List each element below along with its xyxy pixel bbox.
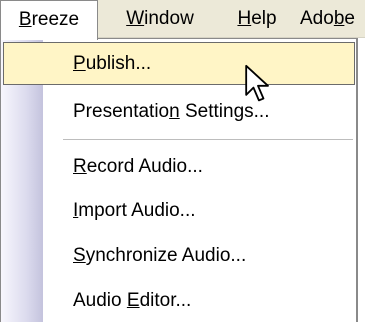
menu-breeze-label: Breeze	[18, 9, 80, 30]
menu-item-publish-label: Publish...	[73, 53, 152, 74]
breeze-dropdown-menu: Publish... Presentation Settings... Reco…	[0, 38, 358, 322]
menu-item-import-audio-label: Import Audio...	[73, 200, 196, 221]
menu-item-presentation-settings[interactable]: Presentation Settings...	[1, 90, 357, 133]
menu-adobe[interactable]: Adobe	[300, 0, 365, 38]
menu-help-label: Help	[237, 8, 277, 29]
menu-item-record-audio[interactable]: Record Audio...	[1, 145, 357, 188]
menu-help[interactable]: Help	[222, 0, 292, 38]
menu-item-publish[interactable]: Publish...	[3, 42, 355, 85]
menu-window-label: Window	[126, 8, 194, 29]
menu-item-audio-editor[interactable]: Audio Editor...	[1, 279, 357, 322]
menu-item-presentation-settings-label: Presentation Settings...	[73, 101, 270, 122]
menu-item-audio-editor-label: Audio Editor...	[73, 290, 192, 311]
menu-separator	[63, 139, 353, 140]
menu-item-synchronize-audio-label: Synchronize Audio...	[73, 245, 247, 266]
arrow-pointer-icon	[245, 64, 269, 102]
menu-breeze[interactable]: Breeze	[0, 0, 98, 40]
menu-window[interactable]: Window	[110, 0, 210, 38]
menu-item-record-audio-label: Record Audio...	[73, 156, 203, 177]
menu-bar: Breeze Window Help Adobe	[0, 0, 365, 40]
app-screen: Breeze Window Help Adobe Publish... Pres…	[0, 0, 365, 322]
menu-item-import-audio[interactable]: Import Audio...	[1, 189, 357, 232]
menu-adobe-label: Adobe	[300, 8, 355, 29]
menu-item-synchronize-audio[interactable]: Synchronize Audio...	[1, 234, 357, 277]
